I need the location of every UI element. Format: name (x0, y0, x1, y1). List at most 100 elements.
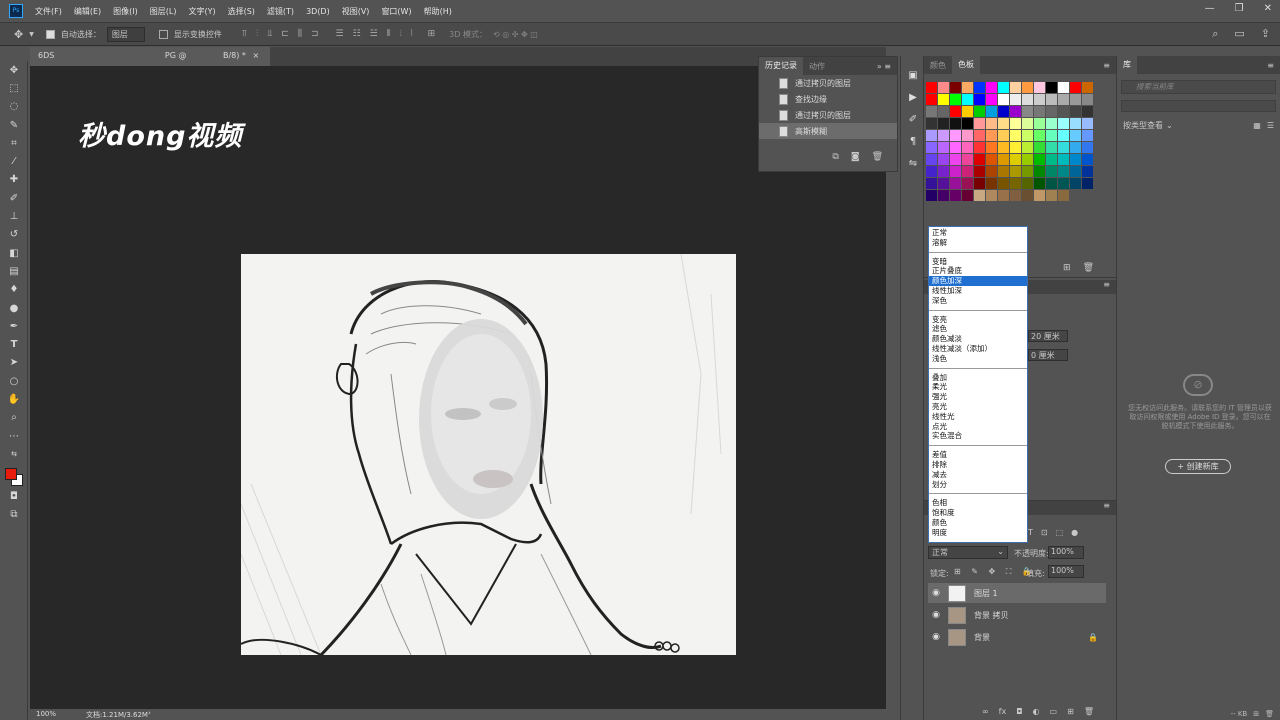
type-icon[interactable]: T (0, 335, 28, 353)
play-icon[interactable]: ▶ (901, 86, 925, 108)
create-library-button[interactable]: + 创建新库 (1165, 459, 1231, 474)
align-vcenter-icon[interactable]: ⫶ (256, 29, 258, 39)
swatch-cell[interactable] (1022, 142, 1033, 153)
swatch-cell[interactable] (1010, 154, 1021, 165)
swatch-cell[interactable] (1022, 82, 1033, 93)
swatch-cell[interactable] (950, 142, 961, 153)
blend-mode-option[interactable]: 强光 (929, 392, 1027, 402)
swatch-cell[interactable] (1010, 166, 1021, 177)
fx-icon[interactable]: fx (999, 707, 1007, 716)
blend-mode-option[interactable]: 明度 (929, 528, 1027, 538)
group-icon[interactable]: ▭ (1050, 707, 1058, 716)
quick-select-icon[interactable]: ✎ (0, 116, 28, 134)
swatch-cell[interactable] (986, 118, 997, 129)
swatch-cell[interactable] (926, 82, 937, 93)
blend-mode-option[interactable]: 色相 (929, 498, 1027, 508)
distribute-top-icon[interactable]: ☰ (336, 29, 344, 39)
swatch-cell[interactable] (1010, 94, 1021, 105)
layer-row[interactable]: ◉ 背景 🔒 (928, 627, 1106, 647)
swatch-cell[interactable] (926, 142, 937, 153)
menu-type[interactable]: 文字(Y) (188, 6, 215, 17)
blend-mode-option[interactable]: 实色混合 (929, 431, 1027, 441)
blend-mode-option[interactable]: 颜色加深 (929, 276, 1027, 286)
gradient-icon[interactable]: ▤ (0, 262, 28, 280)
distribute-bottom-icon[interactable]: ☱ (370, 29, 378, 39)
swatch-cell[interactable] (998, 94, 1009, 105)
blend-mode-option[interactable]: 差值 (929, 450, 1027, 460)
swatch-cell[interactable] (1046, 82, 1057, 93)
blend-mode-option[interactable]: 颜色 (929, 518, 1027, 528)
swatch-cell[interactable] (1010, 82, 1021, 93)
menu-3d[interactable]: 3D(D) (306, 7, 330, 16)
swatch-cell[interactable] (938, 154, 949, 165)
blend-mode-option[interactable]: 浅色 (929, 354, 1027, 364)
swatch-cell[interactable] (1022, 154, 1033, 165)
swatch-cell[interactable] (1046, 106, 1057, 117)
blend-mode-option[interactable]: 深色 (929, 296, 1027, 306)
blend-mode-option[interactable]: 点光 (929, 422, 1027, 432)
swatch-cell[interactable] (1070, 106, 1081, 117)
smart-filter-icon[interactable]: ⬚ (1056, 528, 1064, 537)
swatch-cell[interactable] (1058, 178, 1069, 189)
swatch-cell[interactable] (1058, 82, 1069, 93)
swatch-cell[interactable] (974, 94, 985, 105)
trash-icon[interactable]: 🗑 (1084, 707, 1094, 716)
swatch-cell[interactable] (1034, 166, 1045, 177)
blend-mode-option[interactable]: 正常 (929, 228, 1027, 238)
swatch-cell[interactable] (1010, 142, 1021, 153)
distribute-vcenter-icon[interactable]: ☷ (353, 29, 361, 39)
tab-library[interactable]: 库 (1117, 56, 1137, 74)
swatch-cell[interactable] (1046, 178, 1057, 189)
brush-settings-icon[interactable]: ✐ (901, 108, 925, 130)
foreground-color[interactable] (5, 467, 17, 480)
new-library-icon[interactable]: ⊞ (1253, 710, 1259, 718)
swatch-cell[interactable] (1082, 82, 1093, 93)
menu-view[interactable]: 视图(V) (342, 6, 370, 17)
swatch-cell[interactable] (1082, 94, 1093, 105)
pen-icon[interactable]: ✒ (0, 317, 28, 335)
swatch-cell[interactable] (938, 106, 949, 117)
swatch-cell[interactable] (998, 190, 1009, 201)
menu-image[interactable]: 图像(I) (113, 6, 138, 17)
blend-mode-option[interactable]: 线性加深 (929, 286, 1027, 296)
swatch-cell[interactable] (1046, 154, 1057, 165)
menu-edit[interactable]: 编辑(E) (74, 6, 101, 17)
swatch-cell[interactable] (998, 82, 1009, 93)
swatch-cell[interactable] (1058, 166, 1069, 177)
swatch-cell[interactable] (950, 166, 961, 177)
move-icon[interactable]: ✥ (0, 61, 28, 79)
panel-menu-icon[interactable]: » ≡ (877, 62, 891, 71)
swatch-cell[interactable] (986, 82, 997, 93)
swatch-cell[interactable] (950, 130, 961, 141)
hand-icon[interactable]: ✋ (0, 390, 28, 408)
swatch-cell[interactable] (926, 118, 937, 129)
swatch-cell[interactable] (1034, 142, 1045, 153)
swatch-cell[interactable] (986, 166, 997, 177)
swatch-cell[interactable] (1082, 118, 1093, 129)
adjustments-icon[interactable]: ⇋ (901, 152, 925, 174)
status-arrow-icon[interactable]: › (148, 709, 151, 717)
swatch-cell[interactable] (962, 178, 973, 189)
crop-icon[interactable]: ⌗ (0, 134, 28, 152)
swatch-cell[interactable] (938, 142, 949, 153)
blend-mode-option[interactable]: 线性光 (929, 412, 1027, 422)
history-panel-icon[interactable]: ▣ (901, 64, 925, 86)
trash-icon[interactable]: 🗑 (872, 152, 883, 162)
history-item[interactable]: 高斯模糊 (759, 123, 897, 139)
swatch-cell[interactable] (986, 94, 997, 105)
chevron-down-icon[interactable]: ▼ (29, 31, 34, 38)
view-by-type[interactable]: 按类型查看 (1123, 120, 1163, 131)
swatch-cell[interactable] (986, 142, 997, 153)
align-left-icon[interactable]: ⊏ (281, 29, 289, 39)
swatch-cell[interactable] (1070, 94, 1081, 105)
layer-row[interactable]: ◉ 图层 1 (928, 583, 1106, 603)
new-swatch-icon[interactable]: ⊞ (1063, 263, 1071, 273)
library-search[interactable]: 搜索当前库 (1121, 80, 1276, 94)
swatch-cell[interactable] (950, 178, 961, 189)
swatch-cell[interactable] (1046, 94, 1057, 105)
swatch-cell[interactable] (998, 154, 1009, 165)
swatch-cell[interactable] (986, 106, 997, 117)
panel-menu-icon[interactable]: ≡ (1103, 501, 1110, 510)
brush-icon[interactable]: ✐ (0, 189, 28, 207)
panel-menu-icon[interactable]: ≡ (1103, 280, 1110, 289)
